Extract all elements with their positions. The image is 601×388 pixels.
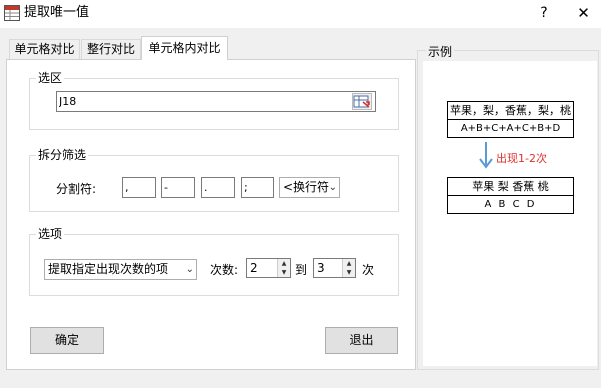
step-up-icon[interactable]: ▲: [342, 259, 355, 268]
exit-button[interactable]: 退出: [325, 327, 398, 354]
delimiter-label: 分割符:: [56, 182, 97, 196]
mode-combo-value: 提取指定出现次数的项: [48, 262, 169, 276]
selection-legend: 选区: [36, 71, 65, 85]
tab-cell-compare[interactable]: 单元格对比: [9, 39, 80, 59]
count-from-stepper[interactable]: 2 ▲ ▼: [246, 258, 291, 278]
count-from-value: 2: [250, 261, 258, 275]
example-input-table: 苹果，梨，香蕉，梨，桃 A+B+C+A+C+B+D: [447, 101, 574, 138]
range-picker-button[interactable]: [352, 93, 372, 110]
window-title: 提取唯一值: [24, 5, 90, 20]
delimiter-input-4[interactable]: [241, 177, 274, 198]
tab-in-cell-compare[interactable]: 单元格内对比: [141, 36, 228, 60]
example-input-row: A+B+C+A+C+B+D: [448, 119, 573, 137]
count-to-stepper[interactable]: 3 ▲ ▼: [313, 258, 356, 278]
split-legend: 拆分筛选: [36, 148, 89, 162]
step-down-icon[interactable]: ▼: [342, 268, 355, 277]
example-arrow-label: 出现1-2次: [496, 152, 547, 165]
example-output-row: 苹果 梨 香蕉 桃: [472, 180, 549, 193]
app-icon: [4, 5, 20, 21]
times-label: 次: [362, 263, 375, 277]
delimiter-input-1[interactable]: [122, 177, 156, 198]
title-bar: [0, 0, 601, 28]
delimiter-combo[interactable]: <换行符 ⌄: [279, 177, 340, 198]
count-label: 次数:: [210, 263, 239, 277]
close-button[interactable]: ✕: [566, 0, 601, 26]
example-output-row: A B C D: [448, 195, 573, 213]
tab-row-compare[interactable]: 整行对比: [81, 39, 141, 59]
chevron-down-icon: ⌄: [185, 264, 194, 275]
range-select-icon: [353, 95, 370, 108]
count-to-value: 3: [317, 261, 325, 275]
ok-button[interactable]: 确定: [30, 327, 104, 354]
delimiter-input-2[interactable]: [161, 177, 195, 198]
options-legend: 选项: [36, 227, 65, 241]
to-label: 到: [295, 263, 308, 277]
example-legend: 示例: [426, 43, 455, 60]
example-input-row: 苹果，梨，香蕉，梨，桃: [450, 104, 571, 117]
step-down-icon[interactable]: ▼: [277, 268, 290, 277]
chevron-down-icon: ⌄: [328, 182, 337, 193]
delimiter-combo-value: <换行符: [283, 180, 330, 194]
range-input[interactable]: [56, 91, 376, 112]
arrow-down-icon: [479, 142, 493, 169]
help-button[interactable]: ?: [526, 0, 562, 26]
example-output-table: 苹果 梨 香蕉 桃 A B C D: [447, 177, 574, 214]
delimiter-input-3[interactable]: [201, 177, 235, 198]
step-up-icon[interactable]: ▲: [277, 259, 290, 268]
mode-combo[interactable]: 提取指定出现次数的项 ⌄: [44, 259, 197, 280]
